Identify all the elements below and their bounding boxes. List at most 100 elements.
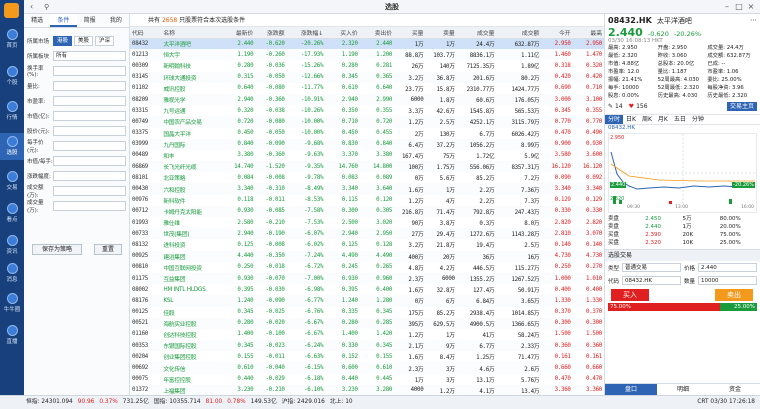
nav-news[interactable]: 看点 xyxy=(0,200,24,227)
column-header[interactable]: 最新价 xyxy=(223,27,256,39)
filter-input[interactable] xyxy=(53,141,126,151)
chart-tab[interactable]: 日K xyxy=(623,115,639,124)
chart-tab[interactable]: 五日 xyxy=(671,115,689,124)
column-header[interactable]: 成交量 xyxy=(456,27,497,39)
column-header[interactable]: 名称 xyxy=(161,27,224,39)
nav-trade[interactable]: 交易 xyxy=(0,168,24,195)
column-header[interactable]: 卖出价 xyxy=(359,27,395,39)
buy-button[interactable]: 买入 xyxy=(611,289,649,301)
filter-input[interactable] xyxy=(53,156,126,166)
table-row[interactable]: 00430 六和控股 3.340 -0.310 -8.49% 3.340 3.640 1.6万… xyxy=(130,183,604,195)
table-row[interactable]: 01160 创达科技控股 1.400 -0.100 -6.67% 1.400 1.420 1.… xyxy=(130,329,604,340)
table-row[interactable]: 03315 九号运通 0.320 -0.038 -10.26% 0.350 0.355 3.3… xyxy=(130,105,604,116)
price-input[interactable]: 2.440 xyxy=(698,263,757,272)
tab-funds[interactable]: 资金 xyxy=(709,384,760,395)
chart-tab[interactable]: 分钟 xyxy=(689,115,707,124)
heart-icon[interactable]: ♥ xyxy=(629,103,634,110)
table-row[interactable]: 00925 建滔集团 4.440 -0.350 -7.24% 4.490 4.490 400万… xyxy=(130,250,604,262)
column-header[interactable]: 代码 xyxy=(130,27,162,39)
table-cell: 247.43万 xyxy=(496,205,542,217)
table-row[interactable]: 03145 环球大通投资 0.315 -0.050 -12.66% 0.345 0.365 3… xyxy=(130,71,604,83)
table-row[interactable]: 00712 卡姆丹克太阳能 0.930 -0.085 -7.58% 0.300 0.305 2… xyxy=(130,205,604,217)
table-row[interactable]: 03375 国晶大平洋 0.450 -0.050 -10.00% 0.450 0.455 2万… xyxy=(130,128,604,139)
table-row[interactable]: 00353 东银国际控股 0.345 -0.023 -6.24% 0.330 0.345 2.… xyxy=(130,340,604,352)
table-row[interactable]: 00976 新科软件 0.118 -0.011 -8.53% 0.115 0.120 1.2万… xyxy=(130,195,604,206)
table-row[interactable]: 08002 HM INTL HLDGS 0.395 -0.030 -6.98% 0.395… xyxy=(130,284,604,295)
order-type-select[interactable]: 普通交易 xyxy=(622,263,681,272)
tab-brief[interactable]: 简报 xyxy=(77,14,103,27)
table-row[interactable]: 00489 和丰 3.380 -0.360 -9.63% 3.370 3.380 167.4万… xyxy=(130,150,604,161)
filter-input[interactable] xyxy=(53,171,126,181)
chart-tab[interactable]: 周K xyxy=(639,115,655,124)
maximize-button[interactable]: □ xyxy=(734,2,744,12)
nav-live[interactable]: 直播 xyxy=(0,322,24,349)
column-header[interactable]: 涨跌幅↓ xyxy=(286,27,326,39)
column-header[interactable]: 买量 xyxy=(394,27,426,39)
table-row[interactable]: 01993 雅仕维 2.580 -0.210 -7.53% 2.500 3.020 90万 3.… xyxy=(130,217,604,228)
filter-input[interactable] xyxy=(53,66,126,76)
tab-details[interactable]: 明细 xyxy=(657,384,709,395)
chart-tab[interactable]: 月K xyxy=(655,115,671,124)
filter-input[interactable] xyxy=(53,111,126,121)
table-row[interactable]: 06869 长飞光纤光缆 14.740 -1.520 -9.35% 14.760 14.80… xyxy=(130,161,604,173)
chart-tab[interactable]: 分时 xyxy=(605,115,624,124)
sector-select[interactable]: 所有 xyxy=(53,51,126,61)
filter-input[interactable] xyxy=(53,201,126,211)
close-button[interactable]: × xyxy=(746,2,756,12)
tab-conditions[interactable]: 条件 xyxy=(50,14,77,27)
market-us-button[interactable]: 美股 xyxy=(74,36,94,46)
nav-message[interactable]: 消息 xyxy=(0,260,24,287)
column-header[interactable]: 成交额 xyxy=(496,27,542,39)
nav-stock[interactable]: 个股 xyxy=(0,63,24,90)
table-cell: 0.960 xyxy=(359,272,395,285)
table-row[interactable]: 01175 互益集团 0.930 -0.070 -7.00% 0.930 0.960 2.3万… xyxy=(130,272,604,285)
column-header[interactable]: 买入价 xyxy=(325,27,360,39)
nav-community[interactable]: 牛牛圈 xyxy=(0,290,24,317)
nav-info[interactable]: 资讯 xyxy=(0,232,24,259)
live-icon xyxy=(6,325,18,336)
comment-icon[interactable]: ✎ xyxy=(608,103,613,110)
market-hk-button[interactable]: 港股 xyxy=(53,36,73,46)
filter-input[interactable] xyxy=(53,126,126,136)
column-header[interactable]: 卖量 xyxy=(425,27,457,39)
sell-button[interactable]: 卖出 xyxy=(715,289,753,301)
column-header[interactable]: 最高 xyxy=(572,27,604,39)
market-cn-button[interactable]: 沪深 xyxy=(95,36,115,46)
table-row[interactable]: 08176 KSL 1.240 -0.090 -6.77% 1.240 1.280 0万 6万 6… xyxy=(130,295,604,307)
table-row[interactable]: 03999 九丹国际 0.840 -0.090 -9.68% 0.830 0.840 6.4万… xyxy=(130,138,604,150)
table-row[interactable]: 00125 佳毅 0.345 -0.025 -6.76% 0.335 0.345 175万 85… xyxy=(130,307,604,318)
table-row[interactable]: 08209 雅视光学 2.940 -0.360 -10.91% 2.940 2.990 600… xyxy=(130,93,604,106)
table-row[interactable]: 08432 太平洋酒吧 2.440 -0.620 -20.26% 2.320 2.440 1万… xyxy=(130,38,604,50)
table-row[interactable]: 08101 北亚策略 0.084 -0.008 -9.78% 0.083 0.089 0万 5.… xyxy=(130,172,604,183)
table-row[interactable]: 01213 恒大宇 1.190 -0.260 -17.93% 1.190 1.200 88.8… xyxy=(130,49,604,61)
filter-input[interactable] xyxy=(53,96,126,106)
filter-input[interactable] xyxy=(53,81,126,91)
nav-home[interactable]: 首页 xyxy=(0,26,24,53)
column-header[interactable]: 今开 xyxy=(541,27,573,39)
table-row[interactable]: 00749 中国农产品交易 0.720 -0.080 -10.00% 0.710 0.720… xyxy=(130,116,604,128)
quantity-input[interactable]: 10000 xyxy=(698,276,757,285)
trade-home-button[interactable]: 交易主页 xyxy=(726,101,757,111)
table-row[interactable]: 00075 年富控控股 0.440 -0.029 -6.18% 0.440 0.445 1万 3… xyxy=(130,374,604,385)
save-strategy-button[interactable]: 保存为策略 xyxy=(32,244,82,255)
table-row[interactable]: 00810 中国互联网投资 0.250 -0.018 -6.72% 0.245 0.265 4… xyxy=(130,262,604,273)
more-icon[interactable]: ⋯ xyxy=(750,16,757,24)
code-input[interactable]: 08432.HK xyxy=(622,276,681,285)
table-row[interactable]: 00309 新明翰科技 0.280 -0.036 -15.26% 0.280 0.281 26… xyxy=(130,60,604,71)
table-row[interactable]: 00204 创业集团控股 0.155 -0.011 -6.63% 0.152 0.155 1.… xyxy=(130,351,604,362)
filter-input[interactable] xyxy=(53,186,126,196)
table-row[interactable]: 01102 威讯控股 0.640 -0.080 -11.77% 0.610 0.640 23.… xyxy=(130,83,604,94)
reset-button[interactable]: 重置 xyxy=(94,244,122,255)
table-row[interactable]: 00733 世茂(集团) 2.940 -0.190 -6.07% 2.940 2.950 27… xyxy=(130,228,604,240)
column-header[interactable]: 涨跌额 xyxy=(255,27,287,39)
nav-filter[interactable]: 选股 xyxy=(0,133,24,160)
tab-featured[interactable]: 精选 xyxy=(24,14,50,27)
table-row[interactable]: 00521 海航实业控股 0.280 -0.020 -6.67% 0.280 0.285 39… xyxy=(130,317,604,329)
minimize-button[interactable]: – xyxy=(722,2,732,12)
tab-orderbook[interactable]: 盘口 xyxy=(605,384,657,395)
tab-mine[interactable]: 我的 xyxy=(103,14,129,27)
nav-market[interactable]: 行情 xyxy=(0,98,24,125)
table-row[interactable]: 08132 进科投资 0.125 -0.008 -6.02% 0.125 0.128 3.2万… xyxy=(130,239,604,250)
table-cell: 9万 xyxy=(425,340,457,352)
table-row[interactable]: 00692 文化传信 0.610 -0.040 -6.15% 0.600 0.610 2.3万… xyxy=(130,362,604,374)
